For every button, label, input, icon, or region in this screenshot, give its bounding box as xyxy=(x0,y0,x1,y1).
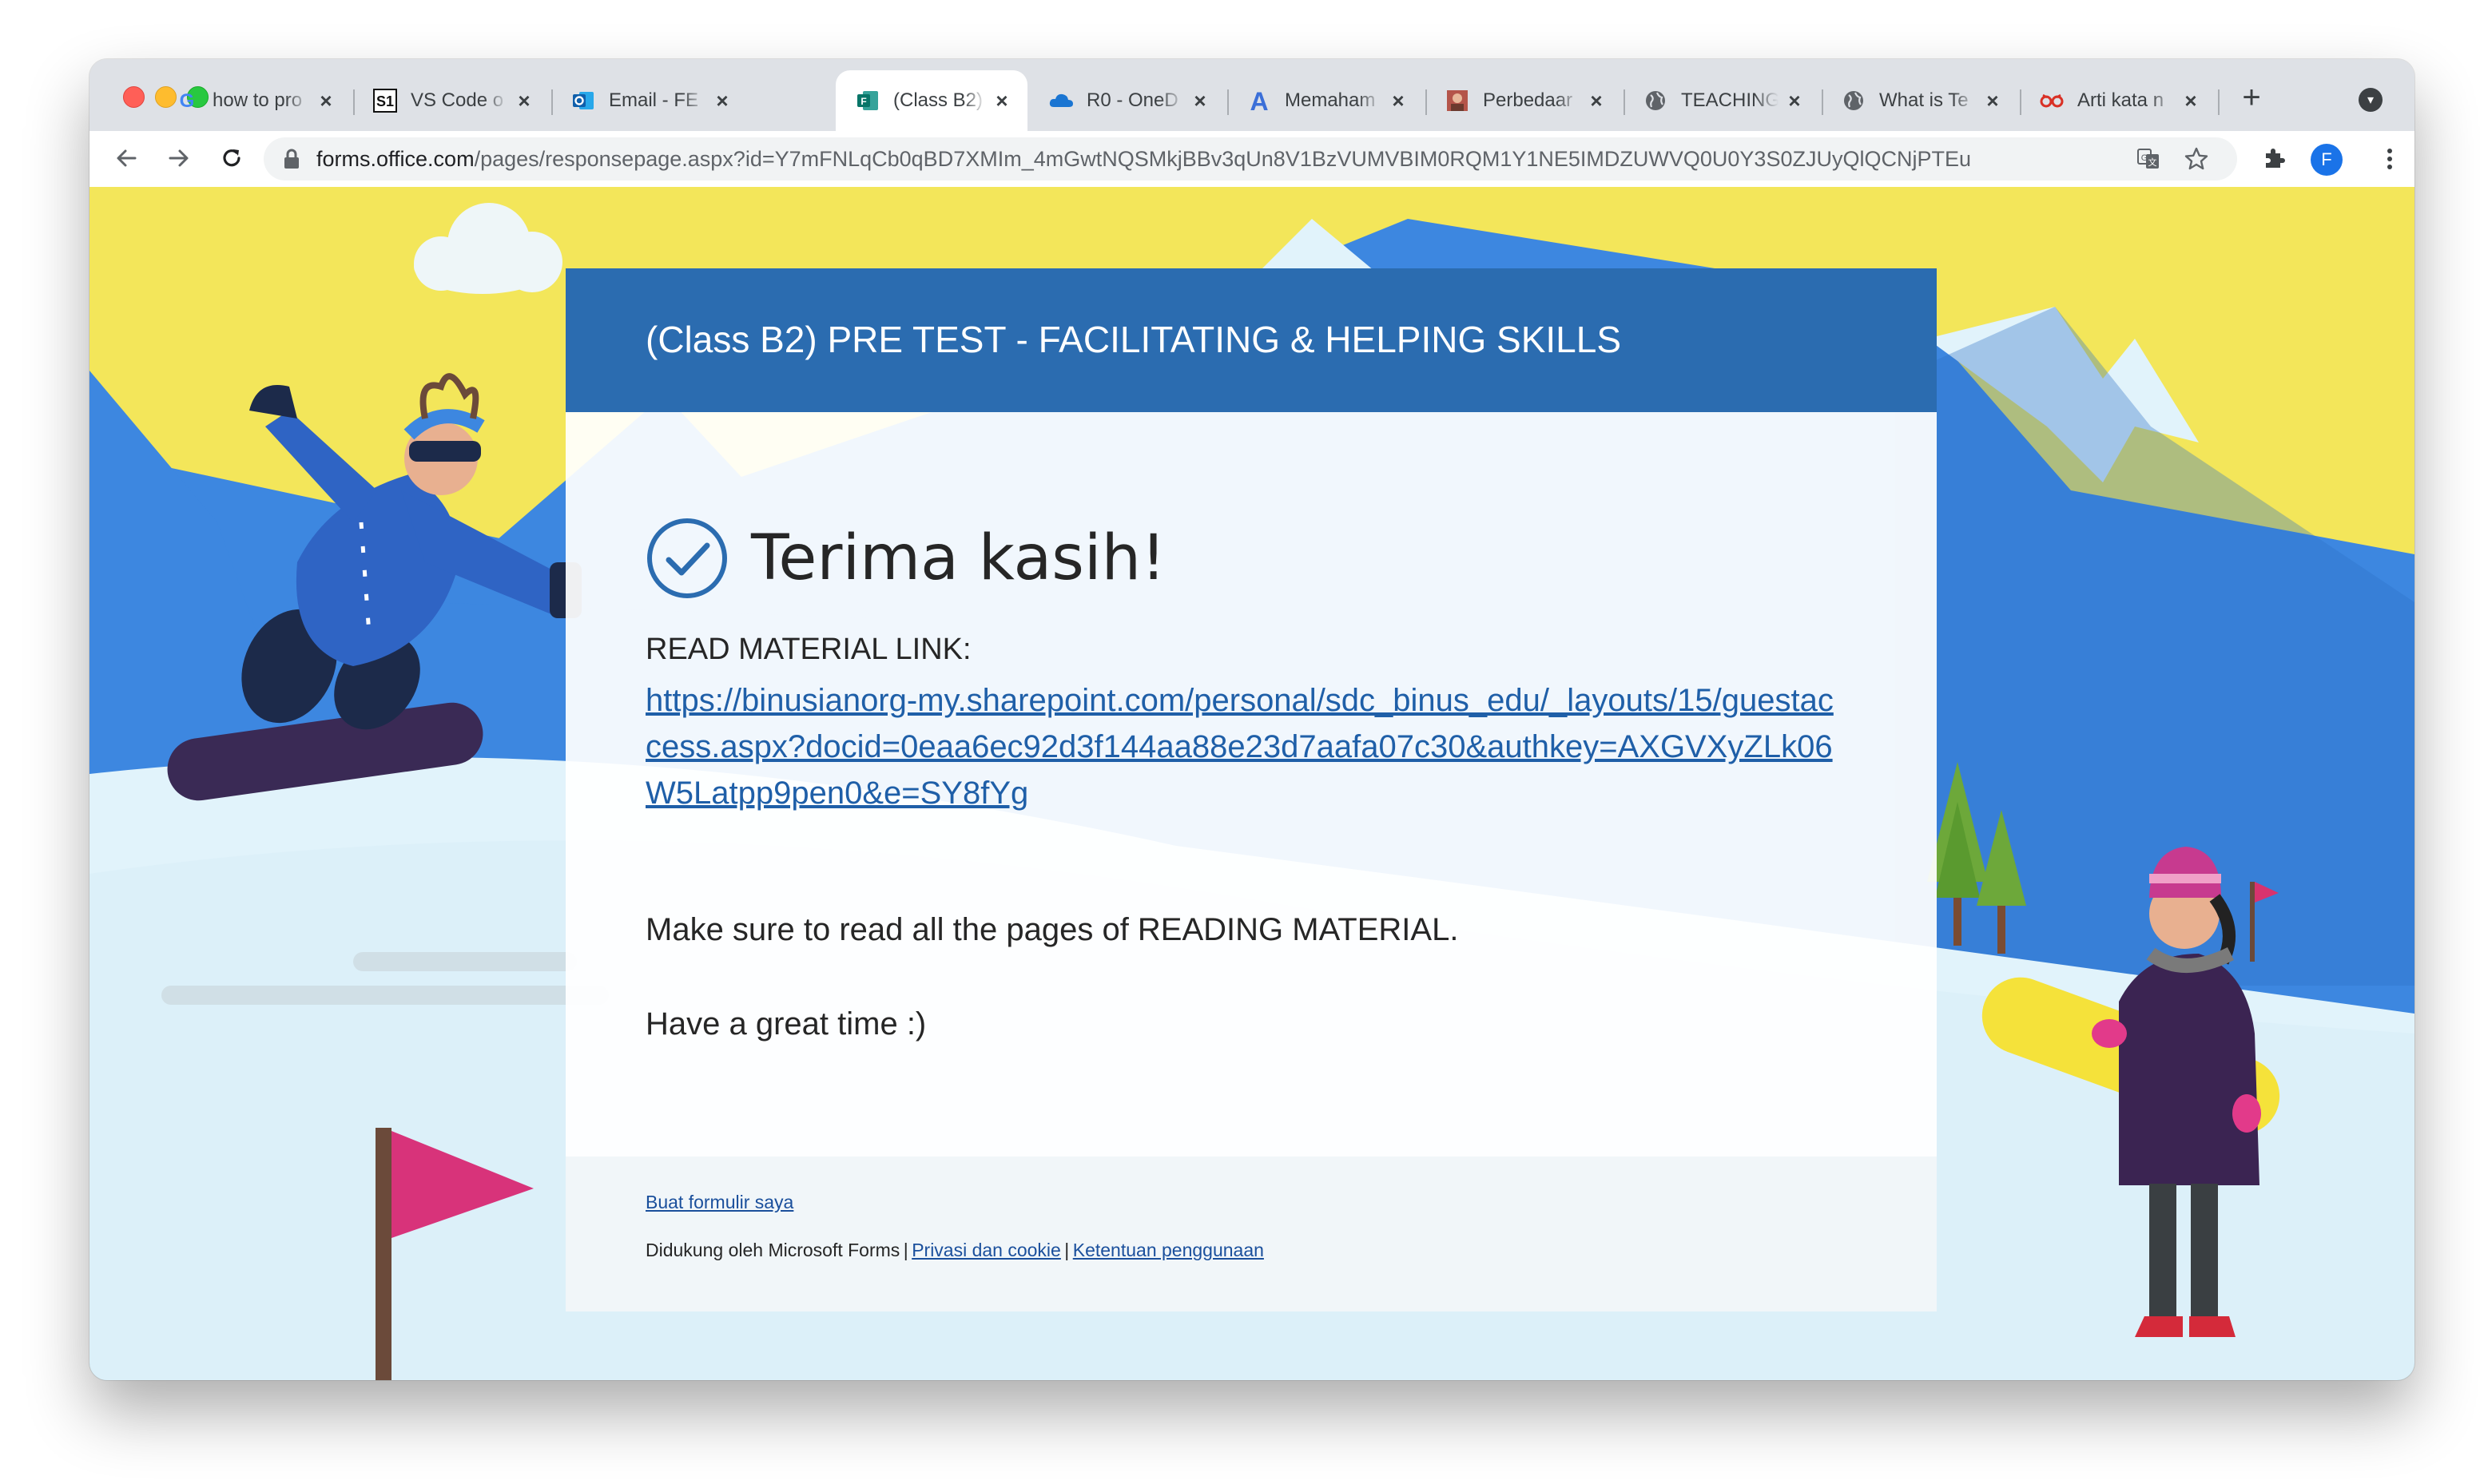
tab-title: Memaham xyxy=(1285,89,1376,111)
thank-you-heading: Terima kasih! xyxy=(751,522,1166,594)
tab-title: Email - FE xyxy=(609,89,699,111)
tab-bar: G how to pro × S1 VS Code o × Email - FE… xyxy=(89,59,2414,131)
check-circle-icon xyxy=(647,518,727,598)
photo-icon xyxy=(1445,88,1470,113)
terms-of-use-link[interactable]: Ketentuan penggunaan xyxy=(1073,1240,1264,1260)
extensions-puzzle-icon[interactable] xyxy=(2261,145,2288,173)
url-text[interactable]: forms.office.com/pages/responsepage.aspx… xyxy=(316,137,2114,181)
tab-title: VS Code o xyxy=(411,89,504,111)
form-header: (Class B2) PRE TEST - FACILITATING & HEL… xyxy=(566,268,1937,412)
tab-close-icon[interactable]: × xyxy=(1981,89,2004,113)
tab-3[interactable]: Email - FE × xyxy=(551,70,748,131)
svg-text:S1: S1 xyxy=(376,93,394,109)
tab-title: Perbedaar xyxy=(1483,89,1573,111)
svg-text:G: G xyxy=(2141,153,2148,163)
tab-close-icon[interactable]: × xyxy=(1585,89,1608,113)
globe-icon xyxy=(1841,88,1866,113)
closing-message-text: Have a great time :) xyxy=(646,1006,927,1042)
powered-by-text: Didukung oleh Microsoft Forms xyxy=(646,1240,900,1260)
tab-5[interactable]: R0 - OneD × xyxy=(1029,70,1226,131)
infinity-icon xyxy=(2039,88,2065,113)
tab-close-icon[interactable]: × xyxy=(513,89,535,113)
privacy-cookies-link[interactable]: Privasi dan cookie xyxy=(912,1240,1061,1260)
svg-text:F: F xyxy=(860,96,866,107)
tab-close-icon[interactable]: × xyxy=(315,89,337,113)
small-flag-pole xyxy=(2250,882,2255,962)
svg-text:G: G xyxy=(180,90,195,112)
tab-title: TEACHING xyxy=(1681,89,1779,111)
tab-title: Arti kata n xyxy=(2077,89,2164,111)
footer-separator: | xyxy=(903,1240,908,1260)
back-button[interactable] xyxy=(109,141,144,176)
ski-track xyxy=(353,952,577,971)
page-viewport: (Class B2) PRE TEST - FACILITATING & HEL… xyxy=(89,187,2414,1380)
browser-window: G how to pro × S1 VS Code o × Email - FE… xyxy=(89,59,2414,1380)
svg-text:文: 文 xyxy=(2148,157,2157,168)
tab-close-icon[interactable]: × xyxy=(1783,89,1806,113)
onedrive-icon xyxy=(1048,88,1074,113)
tab-search-icon[interactable]: ▾ xyxy=(2359,88,2383,112)
flag-pole xyxy=(376,1128,391,1380)
tab-1[interactable]: G how to pro × xyxy=(155,70,352,131)
address-bar[interactable]: forms.office.com/pages/responsepage.aspx… xyxy=(264,137,2237,181)
forms-icon: F xyxy=(855,88,880,113)
read-material-label: READ MATERIAL LINK: xyxy=(646,633,972,666)
s1-icon: S1 xyxy=(372,88,398,113)
tab-separator xyxy=(2218,89,2220,115)
tab-title: What is Te xyxy=(1879,89,1969,111)
new-tab-button[interactable]: + xyxy=(2234,80,2269,115)
tab-title: (Class B2) xyxy=(893,89,984,111)
browser-toolbar: forms.office.com/pages/responsepage.aspx… xyxy=(89,131,2414,188)
form-title: (Class B2) PRE TEST - FACILITATING & HEL… xyxy=(646,319,1622,360)
tab-close-icon[interactable]: × xyxy=(991,89,1013,113)
form-body: Terima kasih! READ MATERIAL LINK: https:… xyxy=(566,412,1937,1157)
tab-10[interactable]: Arti kata n × xyxy=(2020,70,2216,131)
tab-close-icon[interactable]: × xyxy=(2180,89,2202,113)
translate-icon[interactable]: G文 xyxy=(2135,145,2162,173)
outlook-icon xyxy=(570,88,596,113)
form-footer: Buat formulir saya Didukung oleh Microso… xyxy=(566,1157,1937,1311)
tab-title: how to pro xyxy=(213,89,303,111)
bookmark-star-icon[interactable] xyxy=(2183,145,2210,173)
profile-avatar[interactable]: F xyxy=(2311,144,2343,176)
tab-7[interactable]: Perbedaar × xyxy=(1425,70,1622,131)
url-path: /pages/responsepage.aspx?id=Y7mFNLqCb0qB… xyxy=(474,147,1971,171)
url-host: forms.office.com xyxy=(316,147,475,171)
reload-icon xyxy=(223,149,240,167)
menu-kebab-icon[interactable] xyxy=(2376,145,2403,173)
ski-track xyxy=(161,986,609,1005)
forward-arrow-icon xyxy=(169,149,189,167)
reading-material-link[interactable]: https://binusianorg-my.sharepoint.com/pe… xyxy=(646,677,1844,816)
tab-close-icon[interactable]: × xyxy=(711,89,733,113)
globe-icon xyxy=(1643,88,1668,113)
tab-active-forms[interactable]: F (Class B2) × xyxy=(836,70,1027,131)
tab-8[interactable]: TEACHING × xyxy=(1624,70,1820,131)
reload-button[interactable] xyxy=(214,141,249,176)
tab-9[interactable]: What is Te × xyxy=(1822,70,2018,131)
letter-a-icon: A xyxy=(1246,88,1272,113)
google-icon: G xyxy=(174,88,200,113)
tab-close-icon[interactable]: × xyxy=(1189,89,1211,113)
tab-title: R0 - OneD xyxy=(1087,89,1178,111)
create-form-link[interactable]: Buat formulir saya xyxy=(646,1192,793,1212)
success-row: Terima kasih! xyxy=(646,516,1166,601)
tab-close-icon[interactable]: × xyxy=(1387,89,1409,113)
tab-6[interactable]: A Memaham × xyxy=(1227,70,1424,131)
forward-button[interactable] xyxy=(161,141,197,176)
tab-2[interactable]: S1 VS Code o × xyxy=(353,70,550,131)
back-arrow-icon xyxy=(117,149,137,167)
lock-icon[interactable] xyxy=(283,149,300,169)
footer-separator: | xyxy=(1064,1240,1070,1260)
reading-instruction-text: Make sure to read all the pages of READI… xyxy=(646,912,1459,947)
svg-text:A: A xyxy=(1250,89,1268,113)
close-window-button[interactable] xyxy=(123,86,145,108)
